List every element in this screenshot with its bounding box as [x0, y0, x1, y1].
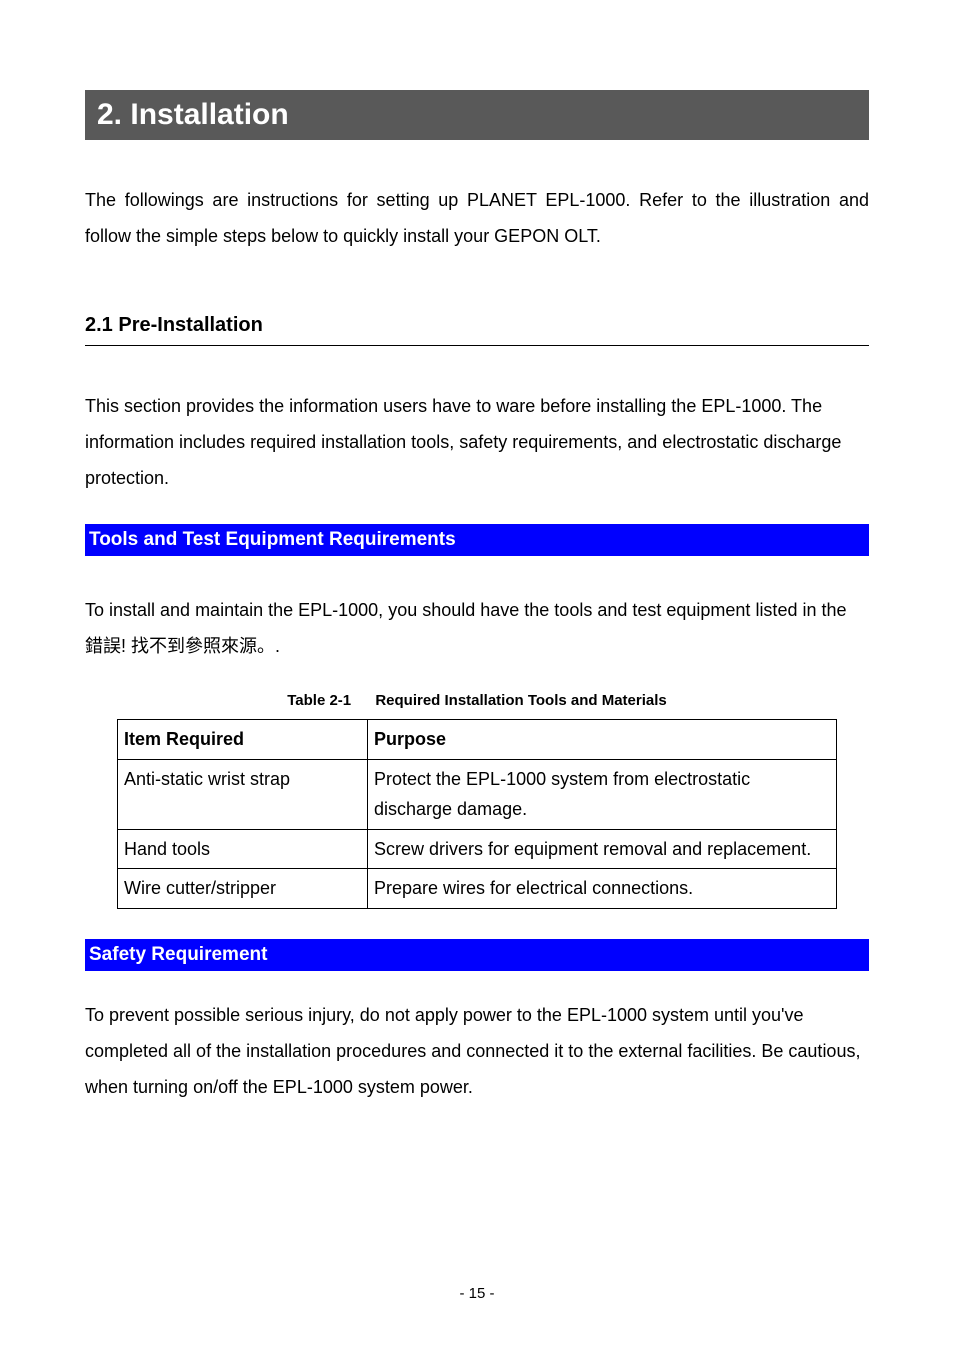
- requirements-table: Item Required Purpose Anti-static wrist …: [117, 719, 837, 909]
- section-heading-2-1: 2.1 Pre-Installation: [85, 314, 869, 346]
- subsection-heading-safety: Safety Requirement: [85, 939, 869, 971]
- tools-paragraph: To install and maintain the EPL-1000, yo…: [85, 592, 869, 664]
- section-2-1-paragraph: This section provides the information us…: [85, 388, 869, 496]
- intro-paragraph: The followings are instructions for sett…: [85, 182, 869, 254]
- safety-paragraph: To prevent possible serious injury, do n…: [85, 997, 869, 1105]
- table-row: Anti-static wrist strap Protect the EPL-…: [118, 759, 837, 829]
- table-cell-item: Hand tools: [118, 829, 368, 869]
- table-row: Hand tools Screw drivers for equipment r…: [118, 829, 837, 869]
- table-header-purpose: Purpose: [368, 720, 837, 760]
- table-cell-purpose: Screw drivers for equipment removal and …: [368, 829, 837, 869]
- table-caption-text: Required Installation Tools and Material…: [375, 692, 666, 709]
- page-number: - 15 -: [0, 1285, 954, 1302]
- table-cell-purpose: Protect the EPL-1000 system from electro…: [368, 759, 837, 829]
- table-caption: Table 2-1 Required Installation Tools an…: [85, 692, 869, 709]
- table-row: Wire cutter/stripper Prepare wires for e…: [118, 869, 837, 909]
- chapter-heading: 2. Installation: [85, 90, 869, 140]
- subsection-heading-tools: Tools and Test Equipment Requirements: [85, 524, 869, 556]
- table-cell-item: Anti-static wrist strap: [118, 759, 368, 829]
- table-cell-purpose: Prepare wires for electrical connections…: [368, 869, 837, 909]
- table-cell-item: Wire cutter/stripper: [118, 869, 368, 909]
- table-caption-label: Table 2-1: [287, 692, 351, 709]
- table-header-item: Item Required: [118, 720, 368, 760]
